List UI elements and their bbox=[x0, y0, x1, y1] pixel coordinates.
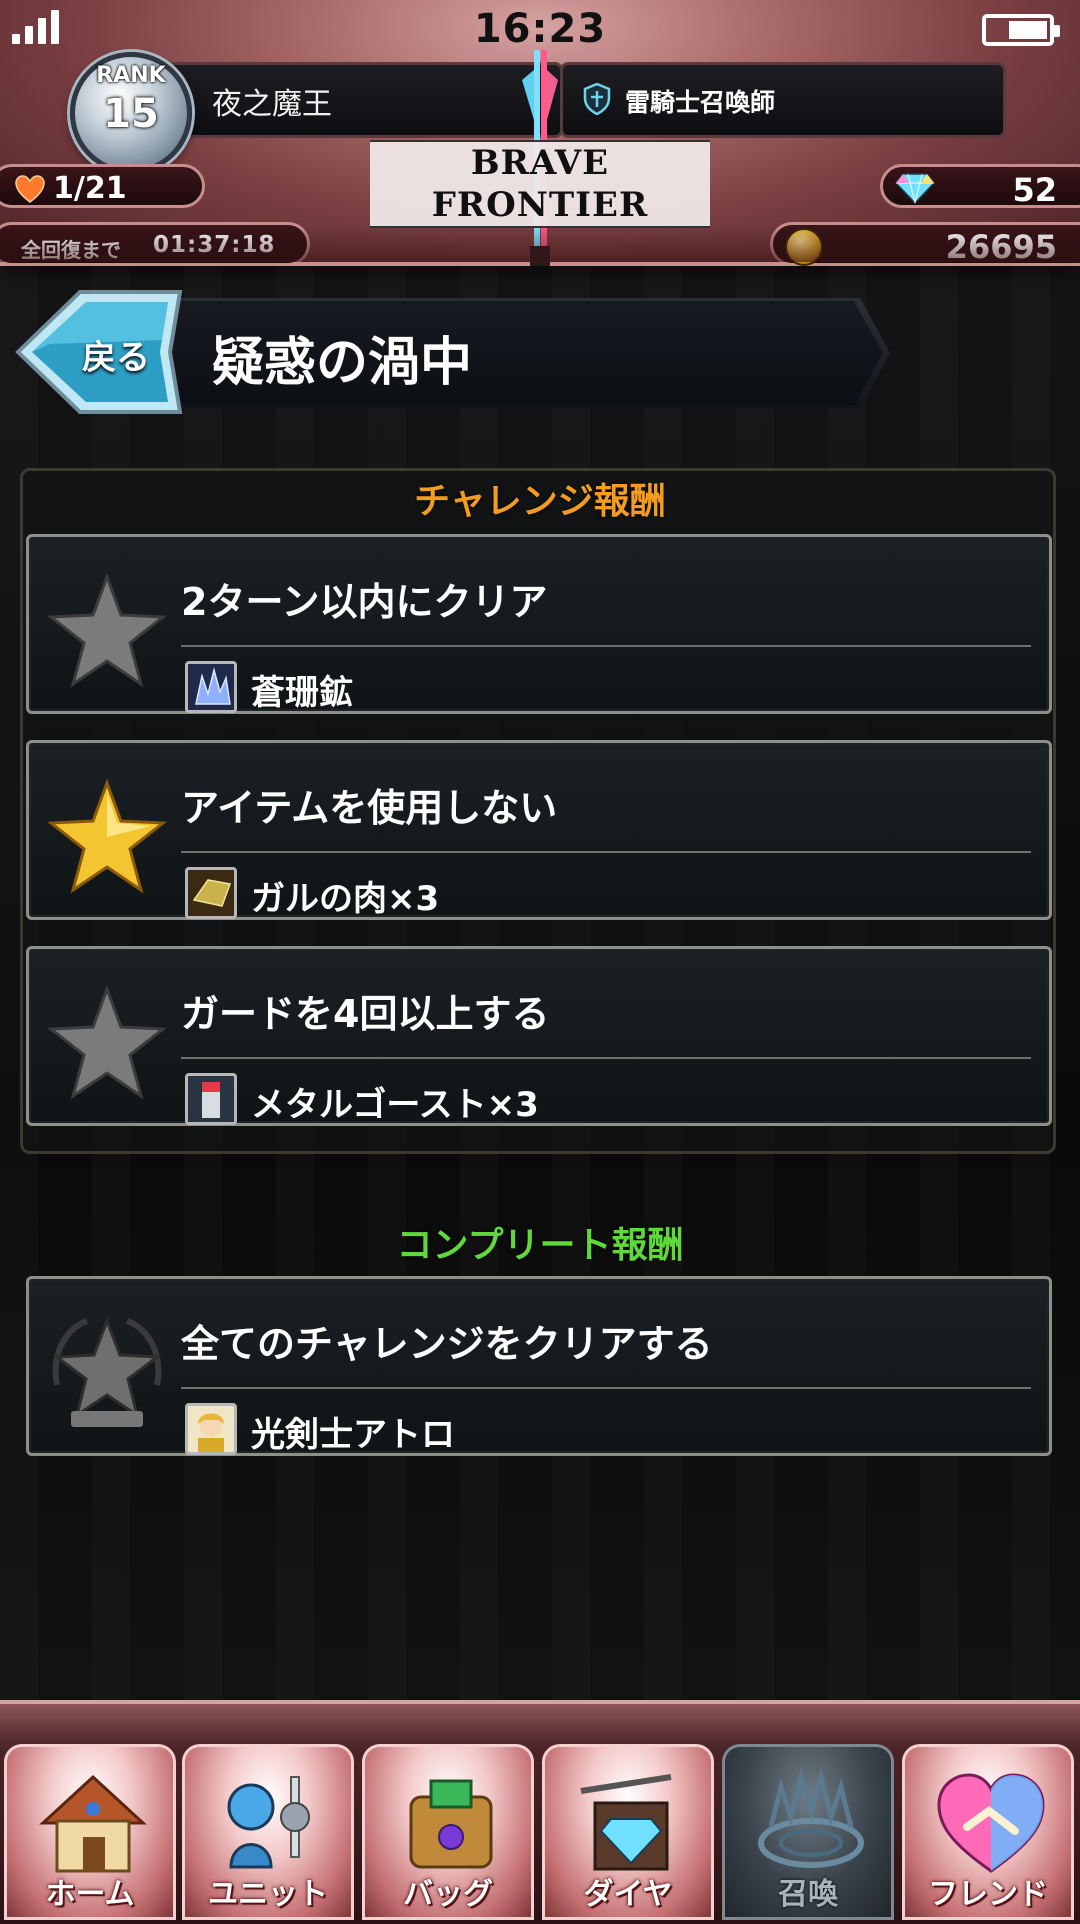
star-empty-icon bbox=[47, 573, 167, 688]
gem-value: 52 bbox=[1012, 171, 1057, 209]
rank-label: RANK bbox=[96, 63, 166, 88]
complete-reward: 光剣士アトロ bbox=[251, 1415, 455, 1455]
diamond-shop-icon bbox=[580, 1774, 672, 1871]
zel-coin-icon bbox=[785, 228, 823, 266]
player-name-bar: 夜之魔王 bbox=[160, 62, 563, 138]
recovery-time: 01:37:18 bbox=[153, 232, 276, 258]
gem-counter[interactable]: 52 bbox=[880, 164, 1080, 209]
nav-home-label: ホーム bbox=[45, 1877, 135, 1912]
status-time: 16:23 bbox=[473, 6, 607, 52]
home-icon bbox=[39, 1774, 147, 1873]
challenge-card-1: 2ターン以内にクリア 蒼珊鉱 bbox=[26, 534, 1052, 714]
player-title: 雷騎士召喚師 bbox=[625, 88, 776, 117]
star-trophy-icon bbox=[52, 1316, 162, 1427]
quest-title: 疑惑の渦中 bbox=[212, 333, 473, 393]
challenge-card-2: アイテムを使用しない ガルの肉×3 bbox=[26, 740, 1052, 920]
nav-home-button[interactable]: ホーム bbox=[4, 1744, 176, 1920]
nav-friend-button[interactable]: フレンド bbox=[902, 1744, 1074, 1920]
nav-friend-label: フレンド bbox=[928, 1877, 1048, 1912]
nav-unit-button[interactable]: ユニット bbox=[182, 1744, 354, 1920]
complete-card: 全てのチャレンジをクリアする 光剣士アトロ bbox=[26, 1276, 1052, 1456]
nav-diamond-label: ダイヤ bbox=[583, 1877, 673, 1912]
energy-value: 1/21 bbox=[53, 171, 127, 206]
nav-unit-label: ユニット bbox=[208, 1877, 328, 1912]
card-divider bbox=[181, 645, 1031, 647]
challenge-reward: メタルゴースト×3 bbox=[251, 1085, 539, 1125]
zel-value: 26695 bbox=[945, 228, 1057, 266]
bag-icon bbox=[409, 1779, 493, 1869]
nav-bag-label: バッグ bbox=[403, 1877, 493, 1912]
summon-icon bbox=[758, 1767, 864, 1868]
challenge-condition: 2ターン以内にクリア bbox=[181, 580, 548, 624]
challenge-reward-heading: チャレンジ報酬 bbox=[414, 481, 666, 522]
nav-summon-button[interactable]: 召喚 bbox=[722, 1744, 894, 1920]
challenge-reward: 蒼珊鉱 bbox=[251, 673, 353, 713]
challenge-condition: ガードを4回以上する bbox=[181, 992, 550, 1036]
player-name: 夜之魔王 bbox=[212, 87, 332, 122]
nav-diamond-button[interactable]: ダイヤ bbox=[542, 1744, 714, 1920]
rank-value: 15 bbox=[103, 91, 159, 137]
complete-reward-heading: コンプリート報酬 bbox=[396, 1225, 684, 1266]
unit-portrait-icon bbox=[185, 1403, 237, 1455]
challenge-card-3: ガードを4回以上する メタルゴースト×3 bbox=[26, 946, 1052, 1126]
recovery-label: 全回復まで bbox=[21, 238, 121, 262]
complete-condition: 全てのチャレンジをクリアする bbox=[181, 1322, 713, 1366]
header: 16:23 夜之魔王 雷騎士召喚師 RANK 15 BRAVE FRONTIER… bbox=[0, 0, 1080, 266]
unit-icon bbox=[227, 1776, 310, 1869]
challenge-reward: ガルの肉×3 bbox=[251, 879, 440, 919]
player-title-bar: 雷騎士召喚師 bbox=[560, 62, 1006, 138]
card-divider bbox=[181, 1387, 1031, 1389]
battery-icon bbox=[982, 14, 1060, 46]
star-empty-icon bbox=[47, 985, 167, 1100]
card-divider bbox=[181, 1057, 1031, 1059]
crystal-ore-icon bbox=[185, 661, 237, 713]
card-divider bbox=[181, 851, 1031, 853]
rank-badge: RANK 15 bbox=[70, 52, 192, 174]
nav-summon-label: 召喚 bbox=[778, 1877, 838, 1912]
meat-icon bbox=[185, 867, 237, 919]
star-gold-icon bbox=[47, 779, 167, 894]
back-button[interactable] bbox=[10, 284, 190, 420]
shield-icon bbox=[583, 83, 611, 115]
recovery-timer: 全回復まで 01:37:18 bbox=[0, 222, 310, 266]
game-logo: BRAVE FRONTIER bbox=[370, 140, 710, 228]
challenge-condition: アイテムを使用しない bbox=[181, 786, 558, 830]
heart-icon bbox=[15, 175, 45, 203]
zel-counter: 26695 bbox=[770, 222, 1080, 266]
metal-ghost-icon bbox=[185, 1073, 237, 1125]
nav-bag-button[interactable]: バッグ bbox=[362, 1744, 534, 1920]
gem-icon bbox=[895, 173, 935, 204]
energy-counter: 1/21 bbox=[0, 164, 205, 208]
friend-icon bbox=[937, 1773, 1045, 1873]
